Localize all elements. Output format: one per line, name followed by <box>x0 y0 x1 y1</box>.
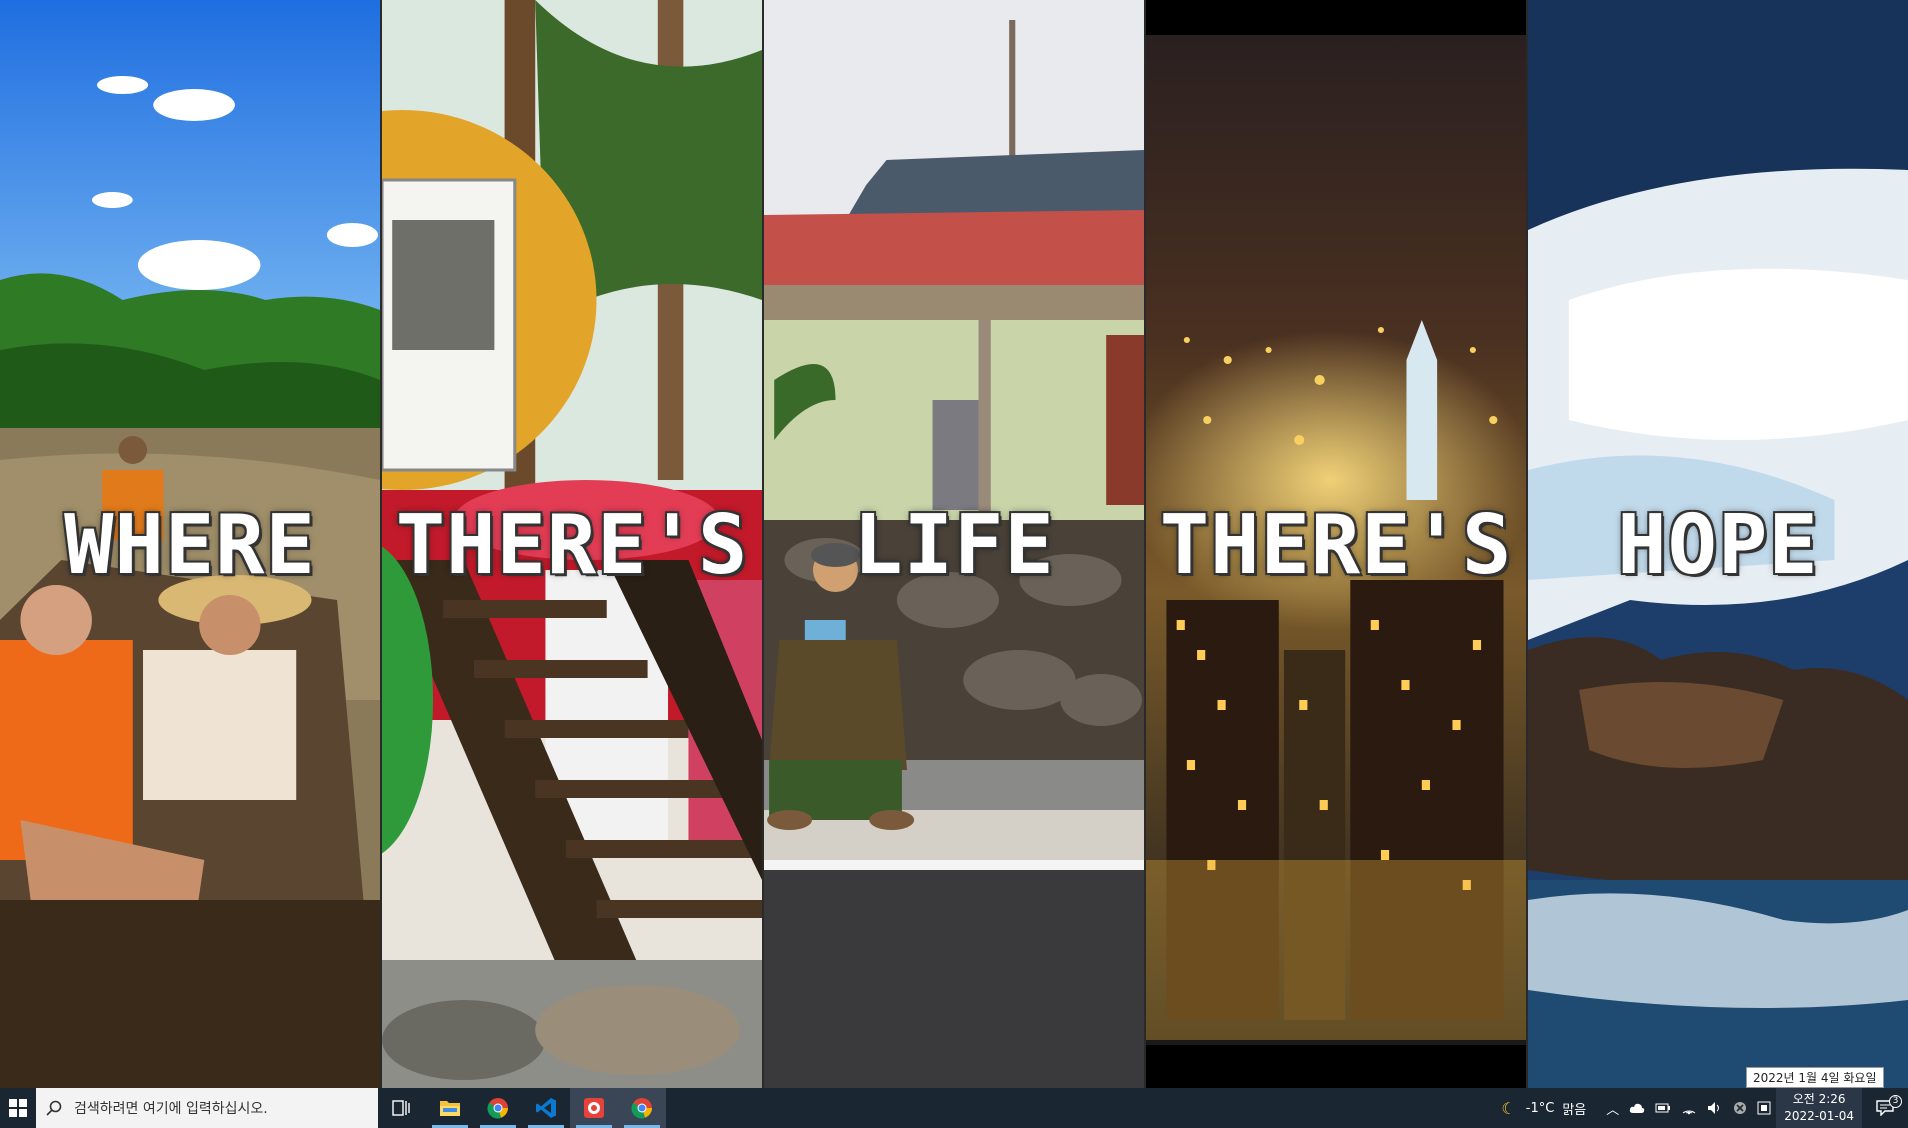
search-placeholder: 검색하려면 여기에 입력하십시오. <box>74 1101 268 1117</box>
taskbar-search-box[interactable]: 검색하려면 여기에 입력하십시오. <box>36 1088 378 1128</box>
date-tooltip: 2022년 1월 4일 화요일 <box>1746 1067 1884 1088</box>
taskbar-app-chrome[interactable] <box>474 1088 522 1128</box>
system-tray: ☾ -1°C 맑음 ︿ 오전 2:26 2022-01-04 3 <box>1496 1088 1908 1128</box>
onedrive-icon[interactable] <box>1624 1102 1650 1114</box>
show-hidden-icons-button[interactable]: ︿ <box>1601 1099 1624 1118</box>
chrome-icon <box>487 1098 508 1119</box>
wallpaper-word: HOPE <box>1617 498 1819 593</box>
taskbar-clock[interactable]: 오전 2:26 2022-01-04 <box>1776 1088 1862 1128</box>
vscode-icon <box>536 1098 556 1118</box>
wallpaper-panel-ocean: HOPE <box>1528 0 1908 1088</box>
notification-center-button[interactable]: 3 <box>1862 1095 1908 1116</box>
weather-desc: 맑음 <box>1562 1102 1587 1118</box>
taskbar-app-vscode[interactable] <box>522 1088 570 1128</box>
wallpaper-word: LIFE <box>853 498 1055 593</box>
moon-icon: ☾ <box>1501 1098 1516 1118</box>
wallpaper-panel-stairs: THERE'S <box>382 0 764 1088</box>
weather-widget[interactable]: ☾ -1°C 맑음 <box>1496 1099 1591 1118</box>
desktop-wallpaper: WHERE THERE'S LIFE THERE'S HOPE <box>0 0 1908 1088</box>
volume-icon[interactable] <box>1702 1101 1728 1115</box>
status-x-icon[interactable] <box>1728 1101 1752 1115</box>
chrome-icon <box>631 1098 652 1119</box>
wallpaper-word: WHERE <box>64 498 316 593</box>
chevron-up-icon: ︿ <box>1606 1102 1620 1118</box>
start-button[interactable] <box>0 1088 36 1128</box>
wallpaper-panel-house: LIFE <box>764 0 1146 1088</box>
clock-date: 2022-01-04 <box>1784 1109 1854 1123</box>
wallpaper-panel-city: THERE'S <box>1146 0 1528 1088</box>
notification-badge: 3 <box>1889 1095 1902 1108</box>
windows-icon <box>9 1099 27 1117</box>
task-view-button[interactable] <box>378 1088 426 1128</box>
battery-icon[interactable] <box>1650 1102 1676 1114</box>
taskbar-app-active[interactable] <box>570 1088 618 1128</box>
taskbar-app-chrome-2[interactable] <box>618 1088 666 1128</box>
weather-temp: -1°C <box>1525 1100 1555 1116</box>
search-icon <box>46 1100 62 1116</box>
wallpaper-word: THERE'S <box>1159 498 1513 593</box>
folder-icon <box>440 1101 460 1116</box>
taskbar: 검색하려면 여기에 입력하십시오. ☾ -1°C 맑음 ︿ 오전 2:26 20… <box>0 1088 1908 1128</box>
wallpaper-word: THERE'S <box>395 498 749 593</box>
wallpaper-panel-river: WHERE <box>0 0 382 1088</box>
clock-time: 오전 2:26 <box>1792 1092 1846 1106</box>
task-view-icon <box>392 1100 410 1116</box>
taskbar-app-file-explorer[interactable] <box>426 1088 474 1128</box>
wifi-icon[interactable] <box>1676 1101 1702 1115</box>
ime-indicator-icon[interactable] <box>1752 1101 1776 1115</box>
app-icon <box>584 1098 604 1118</box>
